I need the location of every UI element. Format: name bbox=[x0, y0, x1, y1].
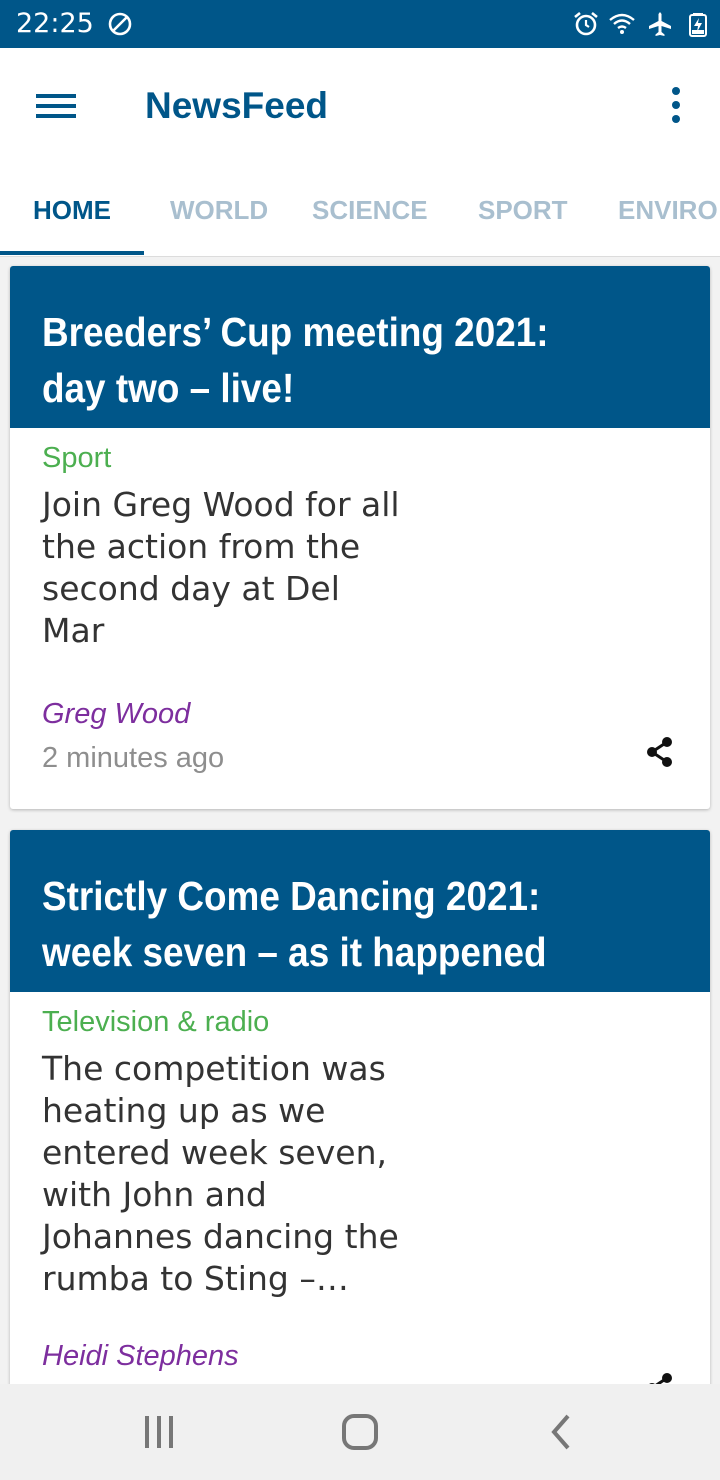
wifi-icon bbox=[609, 13, 635, 34]
alarm-icon bbox=[574, 11, 598, 36]
article-trail: The competition was heating up as we ent… bbox=[42, 1049, 399, 1298]
home-icon[interactable] bbox=[336, 1408, 384, 1456]
more-vert-icon[interactable] bbox=[660, 82, 692, 128]
system-nav-bar bbox=[0, 1384, 720, 1480]
recent-apps-icon[interactable] bbox=[135, 1408, 183, 1456]
share-icon[interactable] bbox=[642, 734, 678, 770]
back-icon[interactable] bbox=[538, 1408, 586, 1456]
status-time: 22:25 bbox=[16, 8, 94, 39]
hamburger-menu-icon[interactable] bbox=[30, 84, 82, 128]
status-bar: 22:25 bbox=[0, 0, 720, 48]
article-header: Breeders’ Cup meeting 2021: day two – li… bbox=[10, 266, 710, 428]
tab-world[interactable]: WORLD bbox=[170, 193, 268, 227]
battery-charging-icon bbox=[689, 13, 707, 37]
article-section: Television & radio bbox=[42, 1006, 270, 1038]
tab-sport[interactable]: SPORT bbox=[478, 193, 568, 227]
airplane-mode-icon bbox=[649, 12, 671, 36]
app-bar: NewsFeed bbox=[0, 48, 720, 163]
article-byline: Greg Wood bbox=[42, 698, 191, 730]
tab-bar: HOME WORLD SCIENCE SPORT ENVIRO bbox=[0, 163, 720, 257]
selected-tab-indicator bbox=[0, 251, 144, 255]
article-timestamp: 2 minutes ago bbox=[42, 742, 225, 774]
do-not-disturb-icon bbox=[108, 12, 132, 36]
tab-home[interactable]: HOME bbox=[33, 193, 111, 227]
tab-environment[interactable]: ENVIRO bbox=[618, 193, 718, 227]
article-header: Strictly Come Dancing 2021: week seven –… bbox=[10, 830, 710, 992]
article-title: Breeders’ Cup meeting 2021: day two – li… bbox=[42, 309, 549, 411]
article-trail: Join Greg Wood for all the action from t… bbox=[42, 485, 400, 650]
article-card[interactable]: Breeders’ Cup meeting 2021: day two – li… bbox=[10, 266, 710, 809]
article-section: Sport bbox=[42, 442, 112, 474]
tab-science[interactable]: SCIENCE bbox=[312, 193, 428, 227]
article-title: Strictly Come Dancing 2021: week seven –… bbox=[42, 873, 547, 975]
app-title: NewsFeed bbox=[145, 85, 329, 126]
article-card[interactable]: Strictly Come Dancing 2021: week seven –… bbox=[10, 830, 710, 1470]
article-byline: Heidi Stephens bbox=[42, 1340, 239, 1372]
